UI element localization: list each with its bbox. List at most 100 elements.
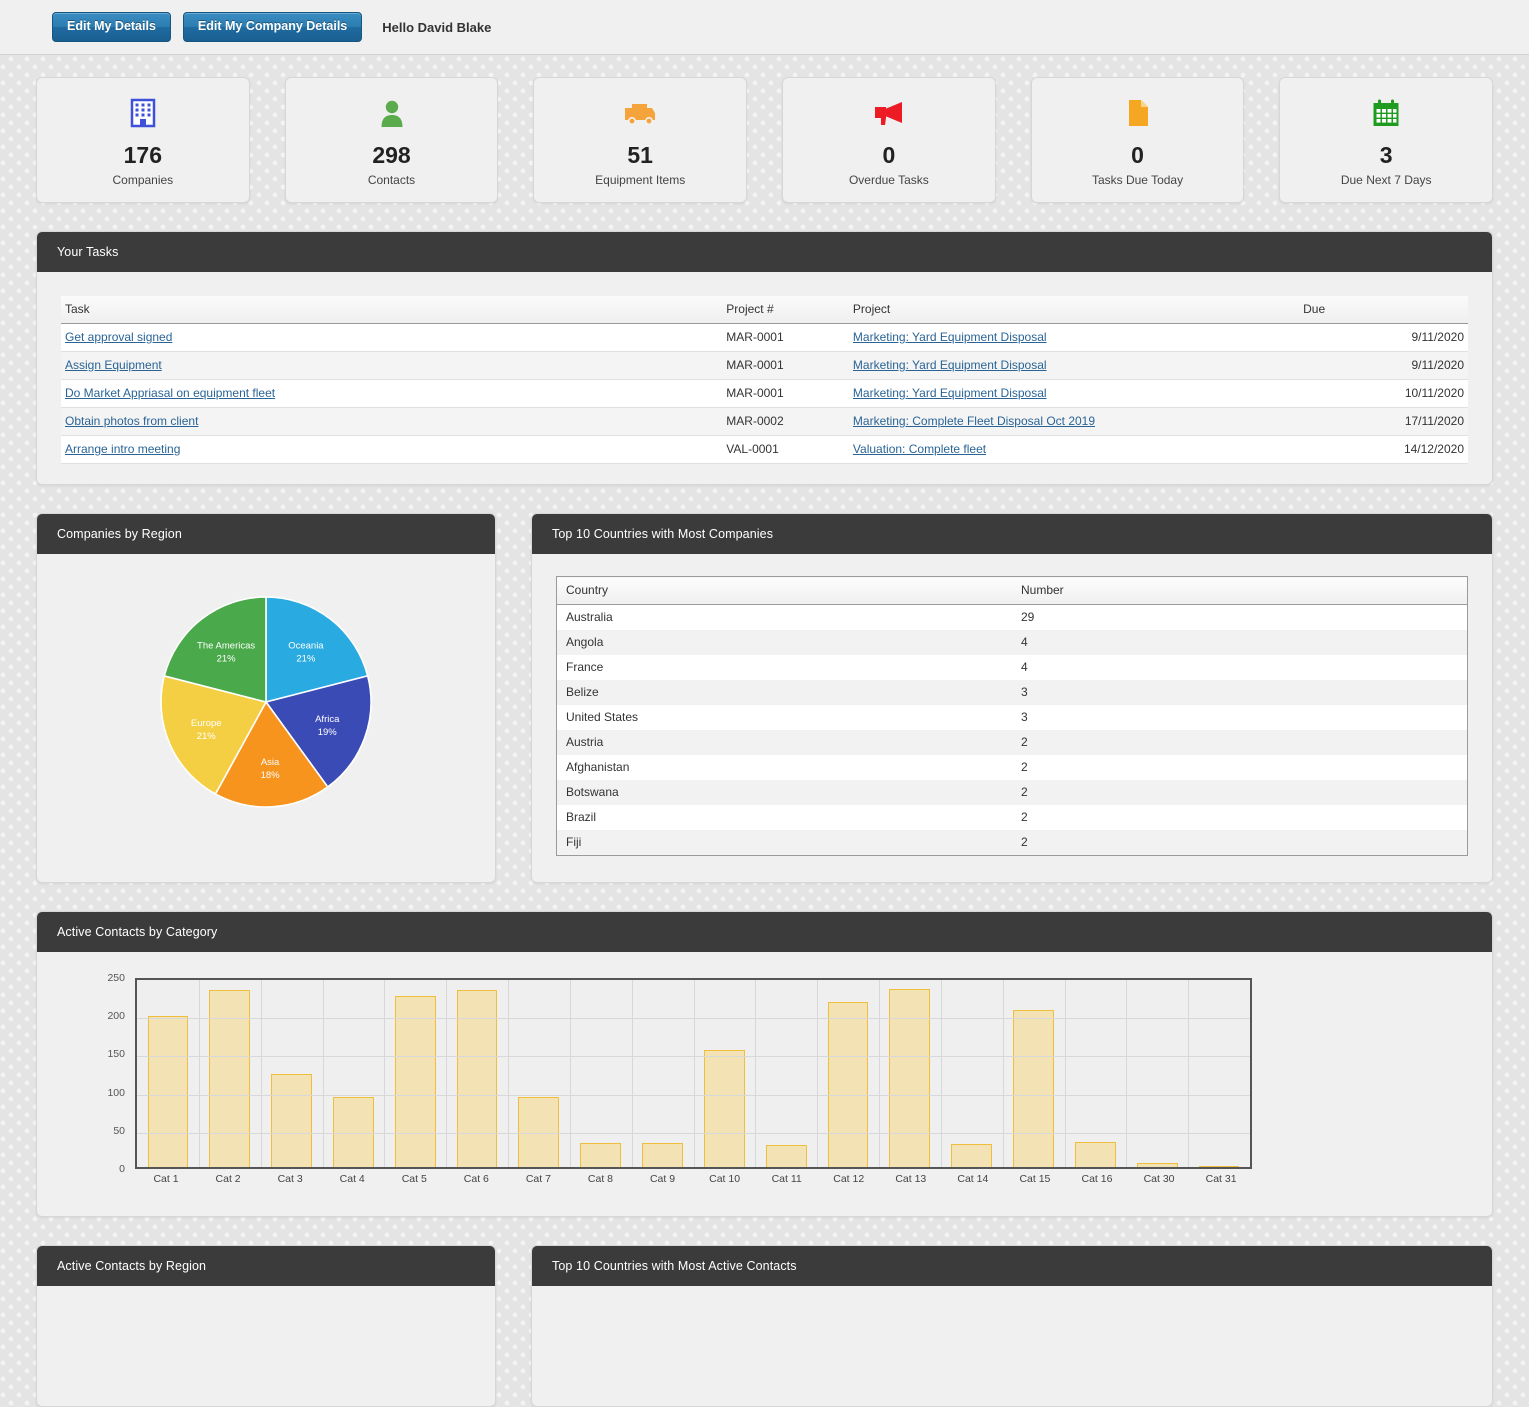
gridline — [1126, 980, 1128, 1167]
stat-card-companies[interactable]: 176 Companies — [36, 77, 250, 203]
pie-slice-label: Europe — [191, 718, 222, 729]
bar[interactable] — [456, 990, 498, 1167]
cell-country: Afghanistan — [566, 760, 630, 774]
gridline — [446, 980, 448, 1167]
bar[interactable] — [1136, 1162, 1178, 1167]
cell-task: Get approval signed — [61, 323, 723, 352]
table-row: Austria 2 — [556, 730, 1468, 755]
project-link[interactable]: Marketing: Yard Equipment Disposal — [853, 330, 1047, 344]
top-toolbar: Edit My Details Edit My Company Details … — [0, 0, 1529, 55]
table-row: Obtain photos from client MAR-0002 Marketi… — [61, 407, 1468, 436]
bar-slot — [1188, 980, 1250, 1167]
active-contacts-by-category-panel: Active Contacts by Category 0 50 100 150 200… — [36, 911, 1493, 1217]
bar[interactable] — [147, 1015, 189, 1167]
project-link[interactable]: Marketing: Yard Equipment Disposal — [853, 386, 1047, 400]
x-axis-tick-label: Cat 1 — [153, 1173, 179, 1185]
bar-slot — [1064, 980, 1126, 1167]
cell-project-number: MAR-0001 — [722, 379, 849, 408]
stat-value: 0 — [1131, 142, 1144, 169]
stat-value: 0 — [882, 142, 896, 169]
cell-project-number: VAL-0001 — [722, 435, 849, 464]
task-link[interactable]: Do Market Appriasal on equipment fleet — [65, 386, 275, 400]
your-tasks-panel: Your Tasks Task Project # Project Due Ge… — [36, 231, 1493, 485]
stat-label: Overdue Tasks — [848, 172, 929, 187]
cell-due: 17/11/2020 — [1299, 407, 1468, 436]
panel-title: Your Tasks — [37, 232, 1492, 272]
cell-country: United States — [566, 710, 639, 724]
y-axis-tick-label: 250 — [107, 972, 125, 984]
y-axis-tick-label: 150 — [107, 1048, 125, 1061]
project-link[interactable]: Marketing: Complete Fleet Disposal Oct 2… — [853, 414, 1095, 428]
edit-my-company-details-button[interactable]: Edit My Company Details — [182, 12, 363, 42]
pie-slice-label: Africa — [315, 714, 340, 725]
cell-task: Assign Equipment — [61, 351, 723, 380]
gridline — [817, 980, 819, 1167]
x-axis-tick-label: Cat 16 — [1081, 1173, 1113, 1185]
bar[interactable] — [580, 1143, 622, 1167]
panel-title: Top 10 Countries with Most Companies — [532, 514, 1492, 554]
bar-slot — [446, 980, 508, 1167]
cell-project-number: MAR-0001 — [722, 323, 849, 352]
column-header-country: Country — [556, 576, 1012, 605]
document-icon — [1125, 93, 1151, 133]
table-row: Afghanistan 2 — [556, 755, 1468, 780]
bar[interactable] — [642, 1143, 683, 1167]
top-countries-panel: Top 10 Countries with Most Companies Cou… — [531, 513, 1493, 883]
x-axis-tick-label: Cat 12 — [833, 1173, 865, 1185]
table-header-row: Task Project # Project Due — [61, 296, 1468, 324]
column-header-due: Due — [1299, 296, 1468, 324]
bar[interactable] — [1074, 1142, 1116, 1167]
bar[interactable] — [271, 1073, 312, 1167]
cell-number: 3 — [1021, 710, 1028, 724]
x-axis-tick-label: Cat 3 — [277, 1173, 303, 1185]
stat-card-tasks-due-today[interactable]: 0 Tasks Due Today — [1030, 77, 1245, 203]
gridline — [755, 980, 757, 1167]
gridline — [631, 980, 633, 1167]
stat-card-due-next-7-days[interactable]: 3 Due Next 7 Days — [1279, 77, 1494, 203]
stat-value: 176 — [123, 142, 163, 169]
table-row: Botswana 2 — [556, 780, 1468, 805]
gridline — [879, 980, 880, 1167]
stat-card-equipment-items[interactable]: 51 Equipment Items — [533, 77, 748, 203]
task-link[interactable]: Obtain photos from client — [65, 414, 198, 428]
megaphone-icon — [872, 93, 906, 133]
bar-slot — [632, 980, 694, 1167]
task-link[interactable]: Assign Equipment — [65, 358, 162, 372]
task-link[interactable]: Arrange intro meeting — [65, 442, 180, 456]
table-row: United States 3 — [556, 705, 1468, 730]
tasks-table: Task Project # Project Due Get approval … — [61, 296, 1468, 464]
stat-card-overdue-tasks[interactable]: 0 Overdue Tasks — [782, 77, 996, 203]
pie-slice-label: Asia — [261, 757, 280, 768]
pie-slice-label: The Americas — [197, 641, 255, 652]
panel-title: Active Contacts by Category — [37, 912, 1492, 952]
bar[interactable] — [703, 1049, 745, 1167]
bar[interactable] — [889, 988, 931, 1167]
calendar-icon — [1371, 93, 1401, 133]
cell-number: 2 — [1021, 735, 1028, 749]
bar[interactable] — [951, 1143, 993, 1167]
project-link[interactable]: Marketing: Yard Equipment Disposal — [853, 358, 1047, 372]
bar[interactable] — [209, 990, 251, 1167]
bar[interactable] — [827, 1001, 869, 1167]
cell-number: 4 — [1021, 660, 1028, 674]
task-link[interactable]: Get approval signed — [65, 330, 172, 344]
bar[interactable] — [1198, 1166, 1240, 1167]
pie-slice-label: Oceania — [288, 641, 324, 652]
cell-task: Obtain photos from client — [61, 407, 723, 436]
bar[interactable] — [765, 1145, 807, 1167]
project-link[interactable]: Valuation: Complete fleet — [853, 442, 986, 456]
cell-country: Austria — [566, 735, 604, 749]
column-header-project: Project — [848, 296, 1300, 324]
bar[interactable] — [394, 996, 436, 1167]
countries-table: Country Number Australia 29 Angola 4 France 4… — [556, 576, 1468, 856]
stat-card-contacts[interactable]: 298 Contacts — [284, 77, 499, 203]
table-row: Fiji 2 — [556, 830, 1468, 856]
column-header-number: Number — [1012, 576, 1468, 605]
x-axis-tick-label: Cat 2 — [215, 1173, 241, 1185]
cell-project: Marketing: Yard Equipment Disposal — [848, 351, 1300, 380]
x-axis-tick-label: Cat 31 — [1205, 1173, 1237, 1185]
cell-number: 2 — [1021, 785, 1028, 799]
x-axis-tick-label: Cat 14 — [957, 1173, 989, 1185]
bar[interactable] — [1013, 1009, 1054, 1167]
edit-my-details-button[interactable]: Edit My Details — [52, 12, 171, 42]
